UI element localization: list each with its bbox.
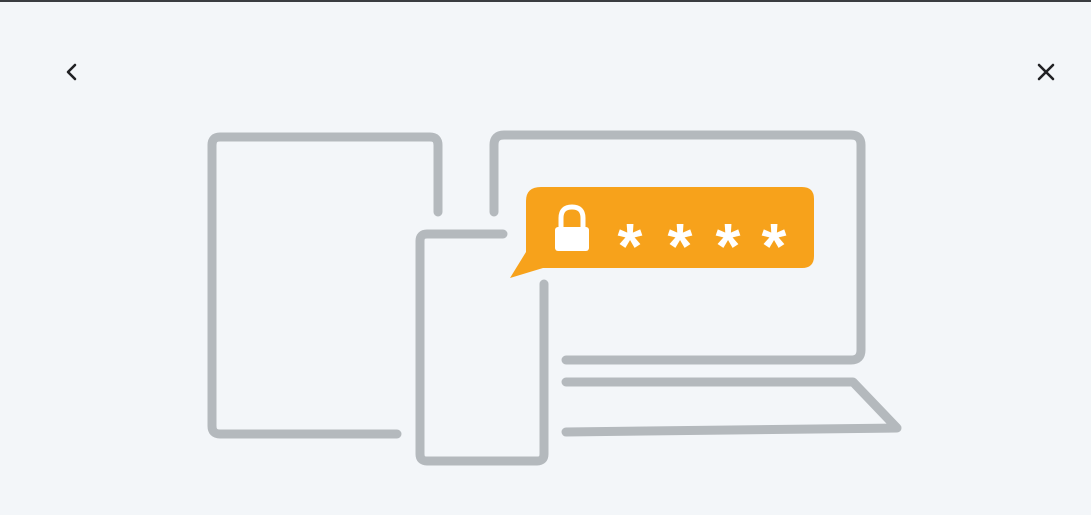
asterisk: *: [716, 210, 741, 282]
password-bubble: * * * *: [510, 187, 814, 282]
tablet-outline: [207, 132, 443, 439]
password-dialog: * * * *: [0, 0, 1091, 515]
asterisk: *: [668, 210, 693, 282]
devices-illustration: * * * *: [207, 130, 902, 466]
laptop-base-outline: [561, 377, 902, 437]
asterisk: *: [762, 210, 787, 282]
asterisk: *: [618, 210, 643, 282]
